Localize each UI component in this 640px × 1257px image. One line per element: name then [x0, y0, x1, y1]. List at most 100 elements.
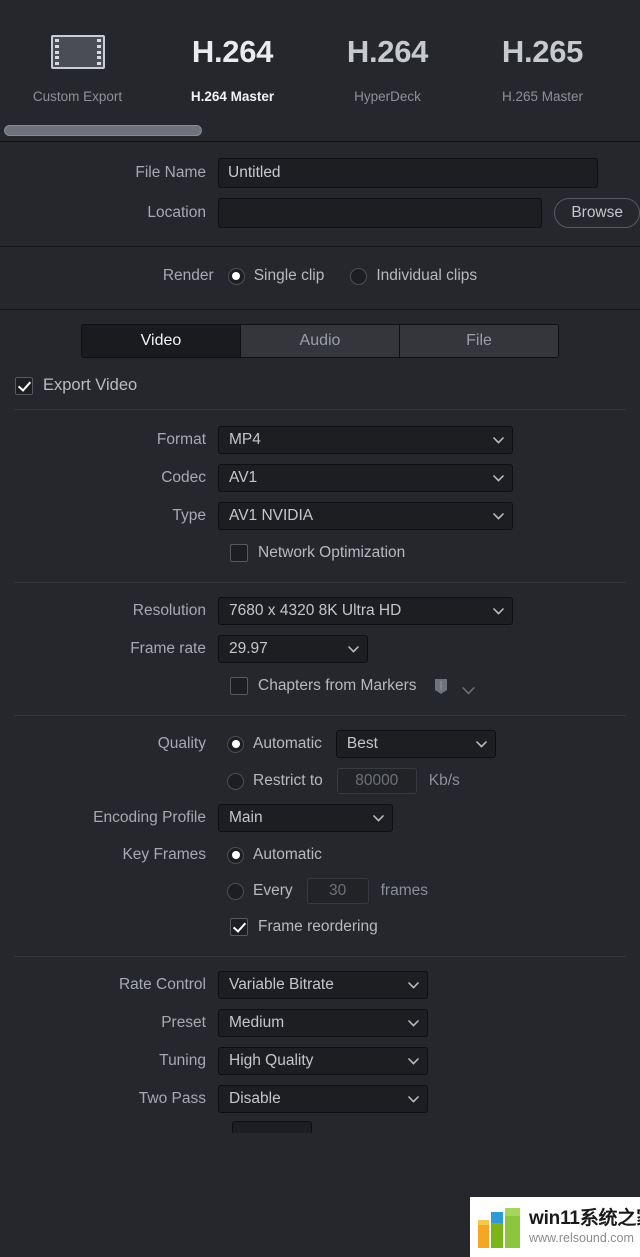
- radio-individual-clips[interactable]: [350, 267, 368, 285]
- codec-row: Codec AV1: [0, 464, 640, 492]
- render-mode-section: Render Single clip Individual clips: [0, 247, 640, 310]
- encoding-profile-label: Encoding Profile: [93, 809, 206, 826]
- preset-select[interactable]: Medium: [218, 1009, 428, 1037]
- network-optimization-label: Network Optimization: [258, 544, 406, 561]
- type-label: Type: [172, 507, 206, 524]
- render-option-individual-clips[interactable]: Individual clips: [350, 267, 477, 285]
- type-select[interactable]: AV1 NVIDIA: [218, 502, 513, 530]
- radio-keyframes-automatic[interactable]: [227, 846, 244, 864]
- file-name-label: File Name: [135, 164, 206, 181]
- browse-button[interactable]: Browse: [554, 198, 640, 228]
- resolution-value: 7680 x 4320 8K Ultra HD: [229, 602, 402, 619]
- keyframes-every-unit: frames: [380, 882, 428, 899]
- tuning-label: Tuning: [159, 1052, 206, 1069]
- next-setting-partial[interactable]: [232, 1121, 312, 1133]
- radio-single-clip[interactable]: [227, 267, 245, 285]
- site-watermark: win11系统之家 www.relsound.com: [470, 1197, 640, 1257]
- preset-strip-scrollbar[interactable]: [0, 122, 640, 142]
- quality-automatic-select[interactable]: Best: [335, 730, 496, 758]
- preset-custom-export[interactable]: Custom Export: [0, 26, 155, 104]
- format-row: Format MP4: [0, 426, 640, 454]
- chevron-down-icon[interactable]: [462, 682, 476, 695]
- quality-restrict-input[interactable]: 80000: [336, 768, 417, 794]
- location-input[interactable]: [218, 198, 543, 228]
- preset-label: HyperDeck: [354, 89, 421, 104]
- format-select[interactable]: MP4: [218, 426, 513, 454]
- file-section: File Name Untitled Location Browse: [0, 142, 640, 247]
- quality-group: Quality Automatic Best Restrict to 80000…: [0, 730, 640, 940]
- two-pass-value: Disable: [229, 1090, 281, 1107]
- preset-hyperdeck[interactable]: H.264 HyperDeck: [310, 26, 465, 104]
- tab-audio[interactable]: Audio: [241, 325, 400, 357]
- network-optimization-row[interactable]: Network Optimization: [0, 540, 640, 566]
- tab-file[interactable]: File: [400, 325, 558, 357]
- format-group: Format MP4 Codec AV1 Type AV1 NVIDIA Net…: [0, 410, 640, 566]
- two-pass-label: Two Pass: [138, 1090, 206, 1107]
- quality-automatic-label[interactable]: Automatic: [253, 735, 322, 753]
- divider: [14, 715, 626, 716]
- divider: [14, 582, 626, 583]
- radio-individual-clips-label[interactable]: Individual clips: [376, 267, 477, 285]
- codec-glyph: H.264: [192, 26, 274, 78]
- rate-control-group: Rate Control Variable Bitrate Preset Med…: [0, 971, 640, 1133]
- watermark-title: win11系统之家: [529, 1207, 640, 1229]
- checkbox-network-optimization[interactable]: [230, 544, 248, 562]
- checkbox-frame-reordering[interactable]: [230, 918, 248, 936]
- type-row: Type AV1 NVIDIA: [0, 502, 640, 530]
- file-name-input[interactable]: Untitled: [218, 158, 598, 188]
- quality-restrict-label[interactable]: Restrict to: [253, 772, 323, 790]
- preset-row: Preset Medium: [0, 1009, 640, 1037]
- encoding-profile-select[interactable]: Main: [218, 804, 393, 832]
- location-label: Location: [147, 204, 206, 221]
- rate-control-row: Rate Control Variable Bitrate: [0, 971, 640, 999]
- marker-flag-icon[interactable]: [434, 678, 448, 695]
- radio-single-clip-label[interactable]: Single clip: [254, 267, 325, 285]
- two-pass-select[interactable]: Disable: [218, 1085, 428, 1113]
- rate-control-select[interactable]: Variable Bitrate: [218, 971, 428, 999]
- tab-video[interactable]: Video: [82, 325, 241, 357]
- codec-glyph: H.265: [502, 26, 584, 78]
- codec-glyph: H.264: [347, 26, 429, 78]
- checkbox-chapters-from-markers[interactable]: [230, 677, 248, 695]
- export-video-label: Export Video: [43, 376, 138, 394]
- chapters-row[interactable]: Chapters from Markers: [0, 673, 640, 699]
- render-preset-strip[interactable]: Custom Export H.264 H.264 Master H.264 H…: [0, 0, 640, 122]
- preset-h265-master[interactable]: H.265 H.265 Master: [465, 26, 620, 104]
- keyframes-automatic-row: Key Frames Automatic: [0, 842, 640, 868]
- frame-reordering-label: Frame reordering: [258, 918, 378, 935]
- quality-automatic-value: Best: [346, 735, 378, 752]
- filmstrip-icon: [50, 26, 105, 78]
- chapters-from-markers-label: Chapters from Markers: [258, 677, 417, 694]
- chevron-down-icon: [493, 512, 504, 520]
- tuning-select[interactable]: High Quality: [218, 1047, 428, 1075]
- tuning-value: High Quality: [229, 1052, 314, 1069]
- settings-tabbar[interactable]: Video Audio File: [81, 324, 559, 358]
- export-settings-panel: Custom Export H.264 H.264 Master H.264 H…: [0, 0, 640, 1257]
- win11-logo-icon: [478, 1206, 522, 1248]
- radio-quality-automatic[interactable]: [227, 735, 244, 753]
- frame-reordering-row[interactable]: Frame reordering: [0, 914, 640, 940]
- keyframes-label: Key Frames: [122, 846, 206, 863]
- preset-next-partial[interactable]: Y: [620, 26, 640, 104]
- keyframes-every-input[interactable]: 30: [306, 878, 369, 904]
- codec-select[interactable]: AV1: [218, 464, 513, 492]
- quality-restrict-unit: Kb/s: [428, 772, 460, 789]
- export-video-row[interactable]: Export Video: [0, 358, 640, 409]
- keyframes-automatic-label[interactable]: Automatic: [253, 846, 322, 864]
- tuning-row: Tuning High Quality: [0, 1047, 640, 1075]
- preset-label: H.264 Master: [190, 89, 275, 104]
- two-pass-row: Two Pass Disable: [0, 1085, 640, 1113]
- resolution-select[interactable]: 7680 x 4320 8K Ultra HD: [218, 597, 513, 625]
- framerate-select[interactable]: 29.97: [218, 635, 368, 663]
- render-option-single-clip[interactable]: Single clip: [227, 267, 325, 285]
- radio-keyframes-every[interactable]: [227, 882, 244, 900]
- scrollbar-thumb[interactable]: [4, 125, 202, 136]
- radio-quality-restrict-to[interactable]: [227, 772, 244, 790]
- watermark-text: win11系统之家 www.relsound.com: [529, 1209, 640, 1245]
- chevron-down-icon: [493, 474, 504, 482]
- preset-h264-master[interactable]: H.264 H.264 Master: [155, 26, 310, 104]
- checkbox-export-video[interactable]: [15, 376, 33, 395]
- resolution-row: Resolution 7680 x 4320 8K Ultra HD: [0, 597, 640, 625]
- chevron-down-icon: [476, 740, 487, 748]
- keyframes-every-label[interactable]: Every: [253, 882, 293, 900]
